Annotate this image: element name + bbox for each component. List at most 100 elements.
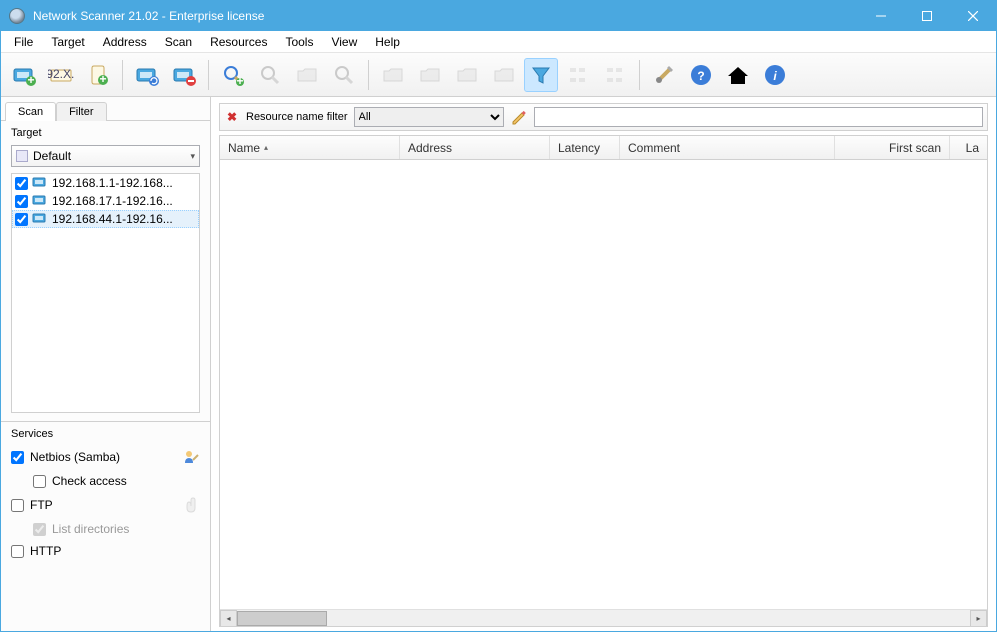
svg-text:+: +: [99, 72, 106, 86]
close-button[interactable]: [950, 1, 996, 31]
target-row[interactable]: 192.168.17.1-192.16...: [12, 192, 199, 210]
sort-asc-icon: ▴: [264, 143, 268, 152]
left-panel: Scan Filter Target Default ▾ 192.168.1.1…: [1, 97, 211, 631]
menu-help[interactable]: Help: [366, 33, 409, 51]
service-ftp-row: FTP: [1, 492, 210, 518]
folder-3-button[interactable]: [450, 58, 484, 92]
list-directories-label: List directories: [52, 522, 129, 536]
remove-host-button[interactable]: [167, 58, 201, 92]
app-icon: [9, 8, 25, 24]
check-access-row: Check access: [1, 470, 210, 492]
menu-resources[interactable]: Resources: [201, 33, 276, 51]
svg-text:+: +: [236, 74, 243, 88]
user-icon[interactable]: [182, 448, 200, 466]
import-button[interactable]: +: [81, 58, 115, 92]
menu-file[interactable]: File: [5, 33, 42, 51]
settings-button[interactable]: [647, 58, 681, 92]
filter-search-input[interactable]: [534, 107, 984, 127]
menu-view[interactable]: View: [322, 33, 366, 51]
target-row[interactable]: 192.168.1.1-192.168...: [12, 174, 199, 192]
folder-2-button[interactable]: [413, 58, 447, 92]
target-row[interactable]: 192.168.44.1-192.16...: [12, 210, 199, 228]
host-icon: [32, 176, 48, 190]
service-http-row: HTTP: [1, 540, 210, 562]
menu-address[interactable]: Address: [94, 33, 156, 51]
scroll-right-button[interactable]: ▸: [970, 610, 987, 627]
title-bar: Network Scanner 21.02 - Enterprise licen…: [1, 1, 996, 31]
column-comment[interactable]: Comment: [620, 136, 835, 159]
hand-icon[interactable]: [182, 496, 200, 514]
window-title: Network Scanner 21.02 - Enterprise licen…: [33, 9, 858, 23]
target-range-label: 192.168.1.1-192.168...: [52, 176, 173, 190]
filter-dropdown[interactable]: All: [354, 107, 504, 127]
netbios-checkbox[interactable]: [11, 451, 24, 464]
tab-filter[interactable]: Filter: [56, 102, 106, 121]
tree-1-button[interactable]: [561, 58, 595, 92]
ftp-label: FTP: [30, 498, 53, 512]
ip-range-button[interactable]: 192.X.X: [44, 58, 78, 92]
check-access-label: Check access: [52, 474, 127, 488]
services-section: Services Netbios (Samba) Check access FT…: [1, 421, 210, 572]
search-button[interactable]: +: [216, 58, 250, 92]
filter-label: Resource name filter: [246, 111, 348, 123]
column-first-scan[interactable]: First scan: [835, 136, 950, 159]
scroll-left-button[interactable]: ◂: [220, 610, 237, 627]
target-checkbox[interactable]: [15, 195, 28, 208]
help-button[interactable]: ?: [684, 58, 718, 92]
target-range-label: 192.168.17.1-192.16...: [52, 194, 173, 208]
services-section-label: Services: [1, 422, 210, 444]
minimize-button[interactable]: [858, 1, 904, 31]
home-button[interactable]: [721, 58, 755, 92]
clear-filter-icon[interactable]: ✖: [224, 110, 240, 124]
target-checkbox[interactable]: [15, 177, 28, 190]
grid-header: Name▴ Address Latency Comment First scan…: [220, 136, 987, 160]
target-section-label: Target: [1, 121, 210, 143]
host-icon: [32, 194, 48, 208]
chevron-down-icon: ▾: [190, 151, 195, 162]
tab-scan[interactable]: Scan: [5, 102, 56, 121]
maximize-button[interactable]: [904, 1, 950, 31]
scroll-thumb[interactable]: [237, 611, 327, 626]
refresh-host-button[interactable]: [130, 58, 164, 92]
menu-bar: File Target Address Scan Resources Tools…: [1, 31, 996, 53]
search-2-button[interactable]: [327, 58, 361, 92]
search-remove-button[interactable]: [253, 58, 287, 92]
filter-funnel-button[interactable]: [524, 58, 558, 92]
target-preset-dropdown[interactable]: Default ▾: [11, 145, 200, 167]
right-panel: ✖ Resource name filter All Name▴ Address…: [211, 97, 996, 631]
menu-tools[interactable]: Tools: [276, 33, 322, 51]
edit-filter-icon[interactable]: [510, 108, 528, 126]
tree-2-button[interactable]: [598, 58, 632, 92]
menu-target[interactable]: Target: [42, 33, 93, 51]
filter-bar: ✖ Resource name filter All: [219, 103, 988, 131]
grid-body: [220, 160, 987, 609]
check-access-checkbox[interactable]: [33, 475, 46, 488]
folder-search-button[interactable]: [290, 58, 324, 92]
ftp-checkbox[interactable]: [11, 499, 24, 512]
column-name[interactable]: Name▴: [220, 136, 400, 159]
toolbar: + 192.X.X + + ? i: [1, 53, 996, 97]
folder-4-button[interactable]: [487, 58, 521, 92]
svg-text:192.X.X: 192.X.X: [48, 67, 74, 81]
svg-text:+: +: [27, 73, 34, 87]
add-host-button[interactable]: +: [7, 58, 41, 92]
target-range-label: 192.168.44.1-192.16...: [52, 212, 173, 226]
http-checkbox[interactable]: [11, 545, 24, 558]
http-label: HTTP: [30, 544, 61, 558]
service-netbios-row: Netbios (Samba): [1, 444, 210, 470]
horizontal-scrollbar[interactable]: ◂ ▸: [220, 609, 987, 626]
column-last[interactable]: La: [950, 136, 987, 159]
target-checkbox[interactable]: [15, 213, 28, 226]
menu-scan[interactable]: Scan: [156, 33, 201, 51]
svg-text:?: ?: [697, 69, 704, 83]
column-latency[interactable]: Latency: [550, 136, 620, 159]
netbios-label: Netbios (Samba): [30, 450, 120, 464]
column-address[interactable]: Address: [400, 136, 550, 159]
results-grid: Name▴ Address Latency Comment First scan…: [219, 135, 988, 627]
host-icon: [32, 212, 48, 226]
target-preset-value: Default: [33, 149, 71, 163]
preset-icon: [16, 150, 28, 162]
list-directories-checkbox: [33, 523, 46, 536]
folder-1-button[interactable]: [376, 58, 410, 92]
info-button[interactable]: i: [758, 58, 792, 92]
